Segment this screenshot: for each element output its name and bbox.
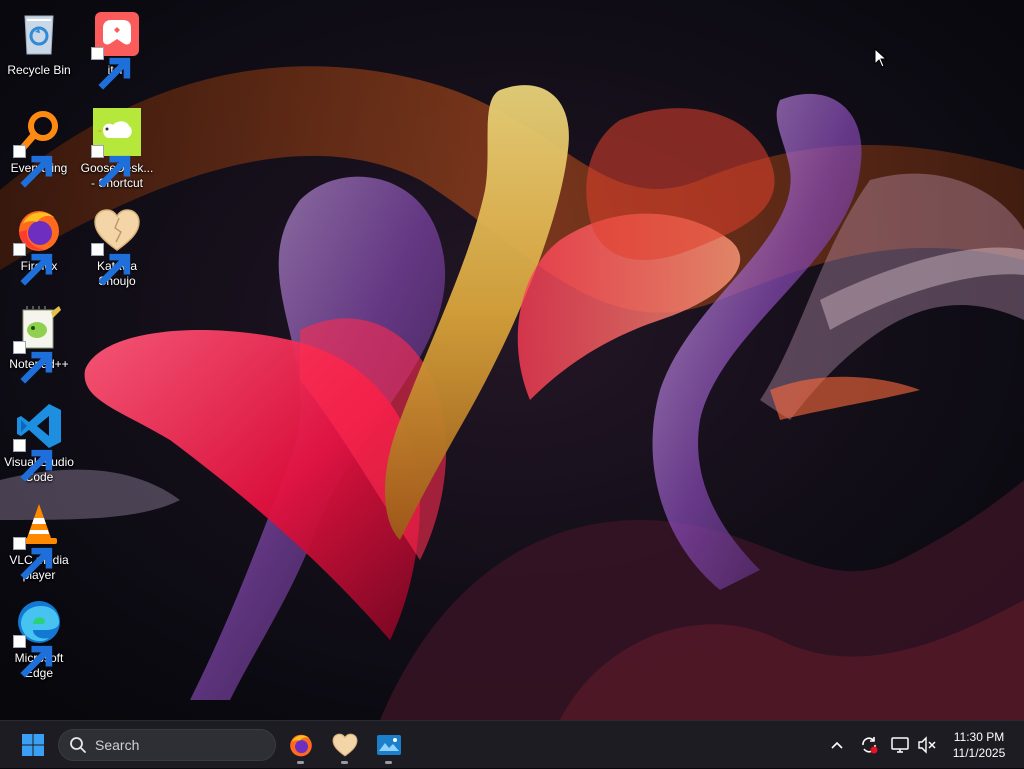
monitor-icon <box>891 737 909 753</box>
running-indicator <box>297 761 304 764</box>
desktop-icon-firefox[interactable]: Firefox <box>0 200 78 294</box>
taskbar-clock[interactable]: 11:30 PM 11/1/2025 <box>940 729 1018 761</box>
shortcut-arrow-icon <box>91 47 131 90</box>
search-icon <box>70 737 86 753</box>
taskbar-app-katawa-shoujo[interactable] <box>325 725 365 765</box>
shortcut-arrow-icon <box>13 635 53 678</box>
chevron-up-icon <box>831 741 843 749</box>
desktop-icon-everything[interactable]: Everything <box>0 102 78 196</box>
start-button[interactable] <box>14 721 52 769</box>
shortcut-arrow-icon <box>13 439 53 482</box>
shortcut-arrow-icon <box>13 537 53 580</box>
desktop-icon-itch[interactable]: itch <box>78 4 156 98</box>
desktop-icon-notepad-plus-plus[interactable]: Notepad++ <box>0 298 78 392</box>
photo-viewer-icon <box>377 735 401 755</box>
desktop-icon-vscode[interactable]: Visual Studio Code <box>0 396 78 490</box>
itch-icon <box>91 10 141 90</box>
search-placeholder: Search <box>95 737 140 753</box>
mouse-cursor-icon <box>874 48 888 68</box>
firefox-icon <box>13 206 63 286</box>
taskbar: Search 11:30 PM 11/1/2025 <box>0 720 1024 768</box>
firefox-icon <box>290 734 312 757</box>
everything-search-icon <box>13 108 63 188</box>
sync-icon <box>862 737 878 754</box>
shortcut-arrow-icon <box>91 145 131 188</box>
running-indicator <box>341 761 348 764</box>
tray-sync-button[interactable] <box>857 733 881 757</box>
desktop[interactable]: Recycle Bin itch Everything GooseDesk...… <box>0 0 1024 720</box>
shortcut-arrow-icon <box>91 243 131 286</box>
taskbar-app-firefox[interactable] <box>281 725 321 765</box>
windows-logo-icon <box>22 734 44 756</box>
goose-desktop-icon <box>91 108 141 188</box>
desktop-icon-vlc[interactable]: VLC media player <box>0 494 78 588</box>
katawa-shoujo-heart-icon <box>91 206 141 286</box>
edge-icon <box>13 598 63 678</box>
tray-network-button[interactable] <box>888 733 912 757</box>
desktop-icon-microsoft-edge[interactable]: Microsoft Edge <box>0 592 78 686</box>
desktop-icon-katawa-shoujo[interactable]: Katawa Shoujo <box>78 200 156 294</box>
shortcut-arrow-icon <box>13 145 53 188</box>
desktop-icon-goose-desktop[interactable]: GooseDesk... - Shortcut <box>78 102 156 196</box>
katawa-shoujo-heart-icon <box>332 733 358 757</box>
shortcut-arrow-icon <box>13 341 53 384</box>
desktop-icon-recycle-bin[interactable]: Recycle Bin <box>0 4 78 98</box>
vscode-icon <box>13 402 63 482</box>
taskbar-search-box[interactable]: Search <box>58 729 276 761</box>
vlc-cone-icon <box>13 500 63 580</box>
clock-time: 11:30 PM <box>953 730 1005 744</box>
recycle-bin-icon <box>15 10 63 58</box>
clock-date: 11/1/2025 <box>952 746 1006 760</box>
desktop-icon-label: Recycle Bin <box>7 63 71 77</box>
notepad-plus-plus-icon <box>13 304 63 384</box>
running-indicator <box>385 761 392 764</box>
volume-muted-icon <box>918 736 936 754</box>
tray-volume-button[interactable] <box>915 733 939 757</box>
shortcut-arrow-icon <box>13 243 53 286</box>
taskbar-app-image-viewer[interactable] <box>369 725 409 765</box>
show-hidden-icons-button[interactable] <box>825 733 849 757</box>
